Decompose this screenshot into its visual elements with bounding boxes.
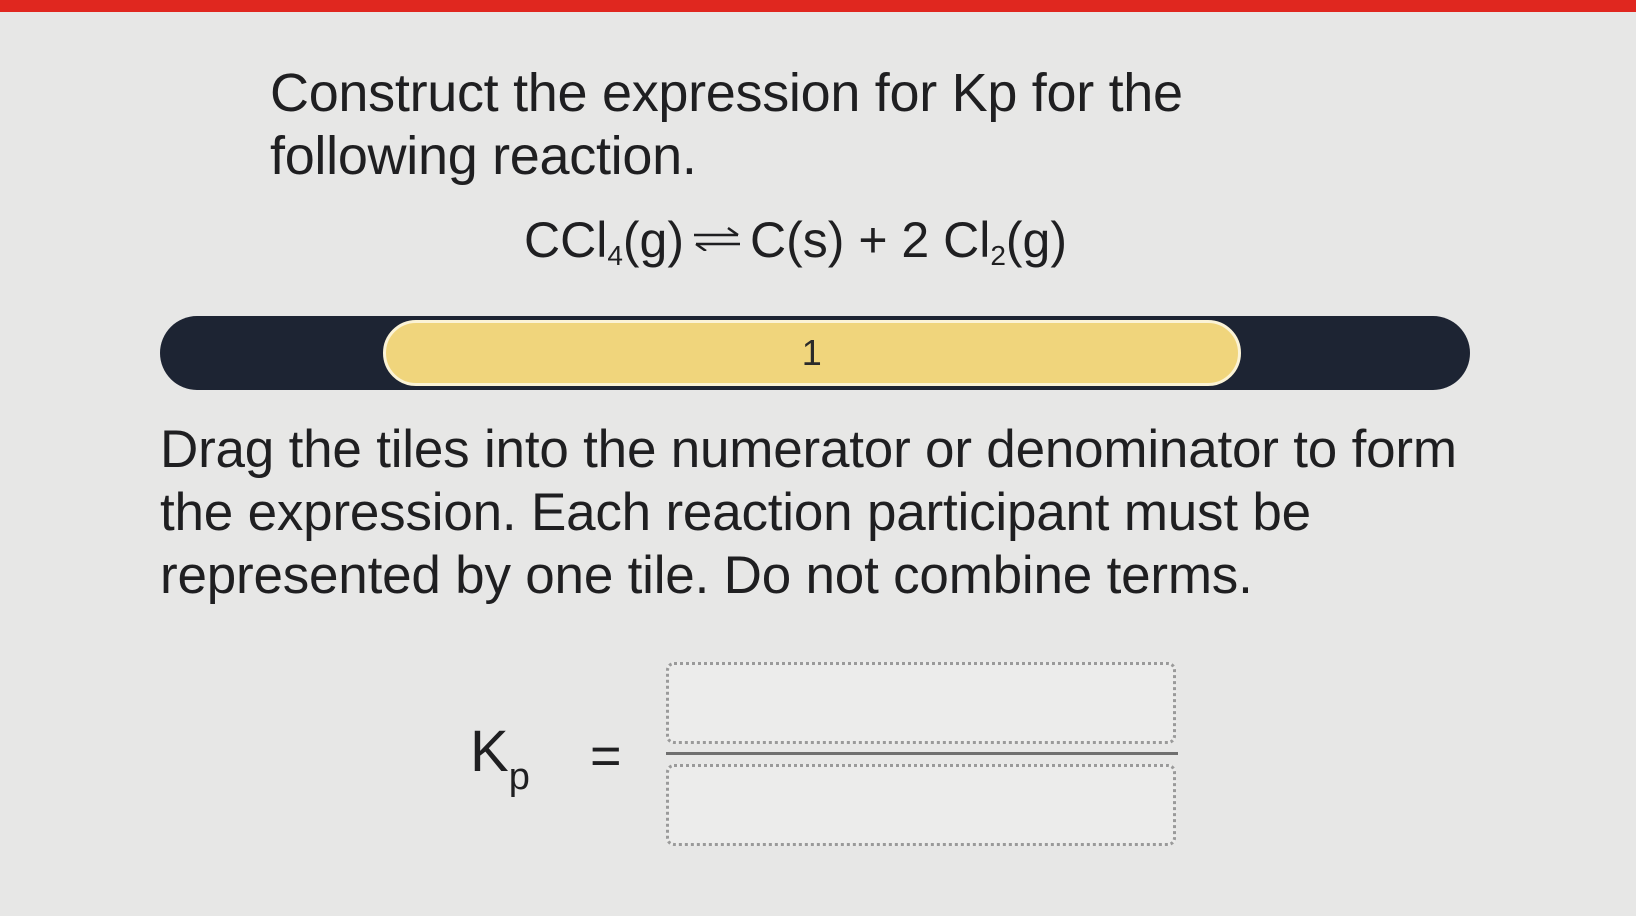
denominator-drop-zone[interactable] (666, 764, 1176, 846)
equilibrium-arrow-icon (692, 227, 742, 251)
equals-sign: = (590, 726, 622, 786)
numerator-drop-zone[interactable] (666, 662, 1176, 744)
product-formula: C(s) + 2 Cl (750, 212, 991, 268)
reactant-subscript: 4 (607, 240, 623, 271)
product-state: (g) (1005, 212, 1068, 268)
kp-k: K (470, 719, 509, 784)
reaction-equation: CCl4(g) C(s) + 2 Cl2(g) (524, 210, 1067, 270)
instructions-text: Drag the tiles into the numerator or den… (160, 420, 1457, 605)
kp-subscript: p (508, 756, 530, 798)
reactant-formula: CCl (524, 212, 608, 268)
progress-bar: 1 (160, 316, 1470, 390)
top-accent-bar (0, 0, 1636, 12)
reactant-state: (g) (622, 212, 685, 268)
progress-label: 1 (801, 332, 822, 373)
kp-symbol: Kp (470, 719, 530, 797)
question-prompt: Construct the expression for Kp for the … (270, 63, 1183, 186)
fraction-bar (666, 752, 1178, 755)
product-subscript: 2 (990, 240, 1006, 271)
progress-segment: 1 (382, 320, 1241, 386)
